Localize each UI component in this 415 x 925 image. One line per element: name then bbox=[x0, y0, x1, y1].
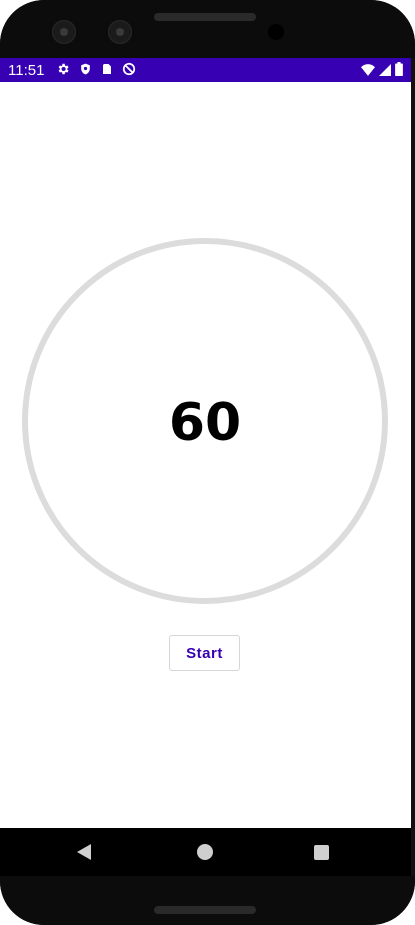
no-disturb-icon bbox=[122, 61, 136, 80]
front-camera-icon bbox=[268, 24, 284, 40]
sd-card-icon bbox=[101, 61, 113, 80]
status-left-icons bbox=[56, 61, 136, 80]
start-button[interactable]: Start bbox=[169, 635, 240, 671]
shield-icon bbox=[79, 61, 92, 80]
home-icon[interactable] bbox=[197, 844, 213, 860]
phone-frame: 11:51 60 Start bbox=[0, 0, 415, 925]
status-right-icons bbox=[361, 61, 403, 80]
top-bezel bbox=[0, 0, 415, 58]
battery-icon bbox=[395, 61, 403, 80]
gear-icon bbox=[56, 61, 70, 80]
recents-icon[interactable] bbox=[314, 845, 329, 860]
status-time: 11:51 bbox=[8, 61, 45, 79]
earpiece-speaker bbox=[154, 13, 256, 21]
app-screen: 60 Start bbox=[0, 82, 411, 828]
signal-icon bbox=[379, 61, 391, 80]
front-sensor-icon bbox=[52, 20, 76, 44]
front-sensor-icon bbox=[108, 20, 132, 44]
status-bar: 11:51 bbox=[0, 58, 411, 82]
bottom-bezel bbox=[0, 876, 415, 925]
navigation-bar bbox=[0, 828, 411, 876]
bottom-speaker bbox=[154, 906, 256, 914]
wifi-icon bbox=[361, 61, 375, 80]
countdown-value: 60 bbox=[168, 393, 242, 453]
back-icon[interactable] bbox=[77, 844, 91, 860]
